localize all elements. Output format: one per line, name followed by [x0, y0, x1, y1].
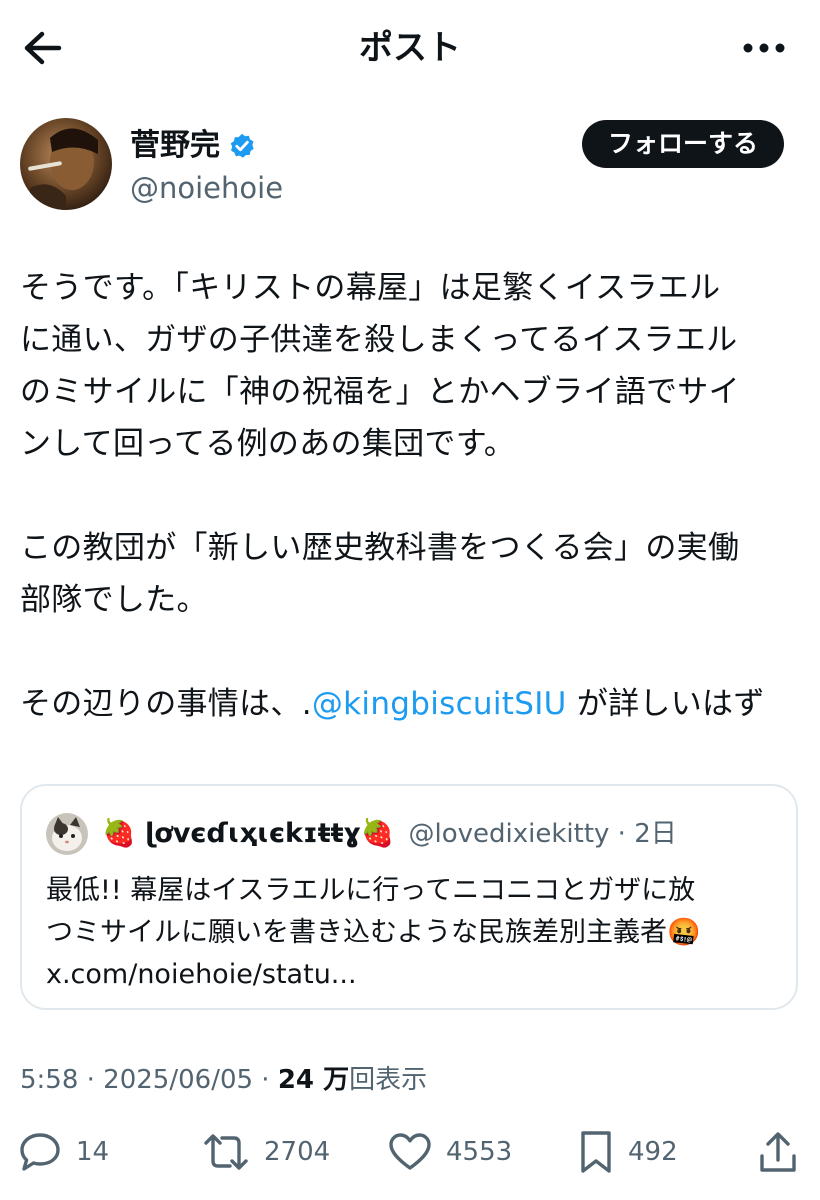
post-text-segment: その辺りの事情は、. — [20, 686, 312, 722]
post-line-with-mention: その辺りの事情は、.@kingbiscuitSIU が詳しいはず — [20, 678, 800, 730]
quoted-link-line: x.com/noiehoie/statu... — [46, 959, 357, 990]
share-button[interactable] — [758, 1126, 798, 1178]
author-name[interactable]: 菅野完 — [130, 126, 220, 166]
like-count: 4553 — [446, 1137, 513, 1167]
page-title: ポスト — [359, 28, 461, 68]
more-dots-icon — [743, 43, 785, 53]
bookmark-count: 492 — [628, 1137, 678, 1167]
reply-button[interactable]: 14 — [18, 1126, 109, 1178]
verified-badge-icon — [230, 133, 254, 158]
post-line: この教団が「新しい歴史教科書をつくる会」の実働 — [20, 530, 740, 566]
quoted-line: つミサイルに願いを書き込むような民族差別主義者🤬 — [46, 917, 701, 948]
post-text-segment: が詳しいはず — [566, 686, 765, 722]
heart-icon — [389, 1133, 431, 1170]
top-bar: ポスト — [0, 0, 820, 96]
author-handle[interactable]: @noiehoie — [130, 168, 283, 208]
post-text: そうです。「キリストの幕屋」は足繁くイスラエル に通い、ガザの子供達を殺しまくっ… — [20, 262, 800, 730]
mention-link[interactable]: @kingbiscuitSIU — [312, 686, 567, 722]
post-meta: 5:58 · 2025/06/05 · 24 万回表示 — [20, 1060, 427, 1100]
author-avatar[interactable] — [20, 118, 112, 210]
repost-button[interactable]: 2704 — [202, 1126, 330, 1178]
repost-icon — [204, 1134, 248, 1170]
reply-count: 14 — [76, 1137, 110, 1167]
bookmark-icon — [581, 1131, 611, 1173]
post-detail-screen: ポスト 菅野完 @noiehoie フォローする そうです。「キリストの幕屋」は… — [0, 0, 820, 1200]
cat-avatar-icon — [46, 813, 88, 855]
author-name-row: 菅野完 — [130, 126, 256, 166]
repost-count: 2704 — [264, 1137, 331, 1167]
share-upload-icon — [760, 1132, 796, 1172]
post-line: に通い、ガザの子供達を殺しまくってるイスラエル — [20, 322, 738, 358]
post-timestamp[interactable]: 5:58 · 2025/06/05 · — [20, 1065, 278, 1095]
like-button[interactable]: 4553 — [388, 1126, 512, 1178]
more-options-button[interactable] — [736, 24, 792, 72]
avatar-photo-icon — [20, 118, 112, 210]
post-line: 部隊でした。 — [20, 582, 208, 618]
bookmark-button[interactable]: 492 — [578, 1126, 678, 1178]
action-bar: 14 2704 4553 492 — [18, 1126, 808, 1178]
quoted-post-text: 最低!! 幕屋はイスラエルに行ってニコニコとガザに放 つミサイルに願いを書き込む… — [46, 870, 776, 996]
follow-button[interactable]: フォローする — [581, 120, 784, 168]
post-line: のミサイルに「神の祝福を」とかヘブライ語でサイ — [20, 374, 740, 410]
quoted-author-handle-time: @lovedixiekitty · 2日 — [408, 819, 677, 849]
post-line: そうです。「キリストの幕屋」は足繁くイスラエル — [20, 270, 721, 306]
reply-bubble-icon — [20, 1133, 60, 1171]
view-count: 24 万 — [277, 1065, 350, 1095]
quoted-post-card[interactable]: 🍓 ɭơvєɗɩҳɩєkɪŧŧɣ🍓 @lovedixiekitty · 2日 最… — [20, 784, 798, 1010]
quoted-author-avatar — [46, 813, 88, 855]
quoted-author-name: 🍓 ɭơvєɗɩҳɩєkɪŧŧɣ🍓 — [102, 818, 395, 849]
quoted-line: 最低!! 幕屋はイスラエルに行ってニコニコとガザに放 — [46, 875, 696, 906]
quoted-post-header: 🍓 ɭơvєɗɩҳɩєkɪŧŧɣ🍓 @lovedixiekitty · 2日 — [46, 812, 677, 856]
author-row: 菅野完 @noiehoie フォローする — [20, 118, 800, 214]
view-count-label: 回表示 — [349, 1065, 428, 1095]
post-line: ンして回ってる例のあの集団です。 — [20, 426, 516, 462]
